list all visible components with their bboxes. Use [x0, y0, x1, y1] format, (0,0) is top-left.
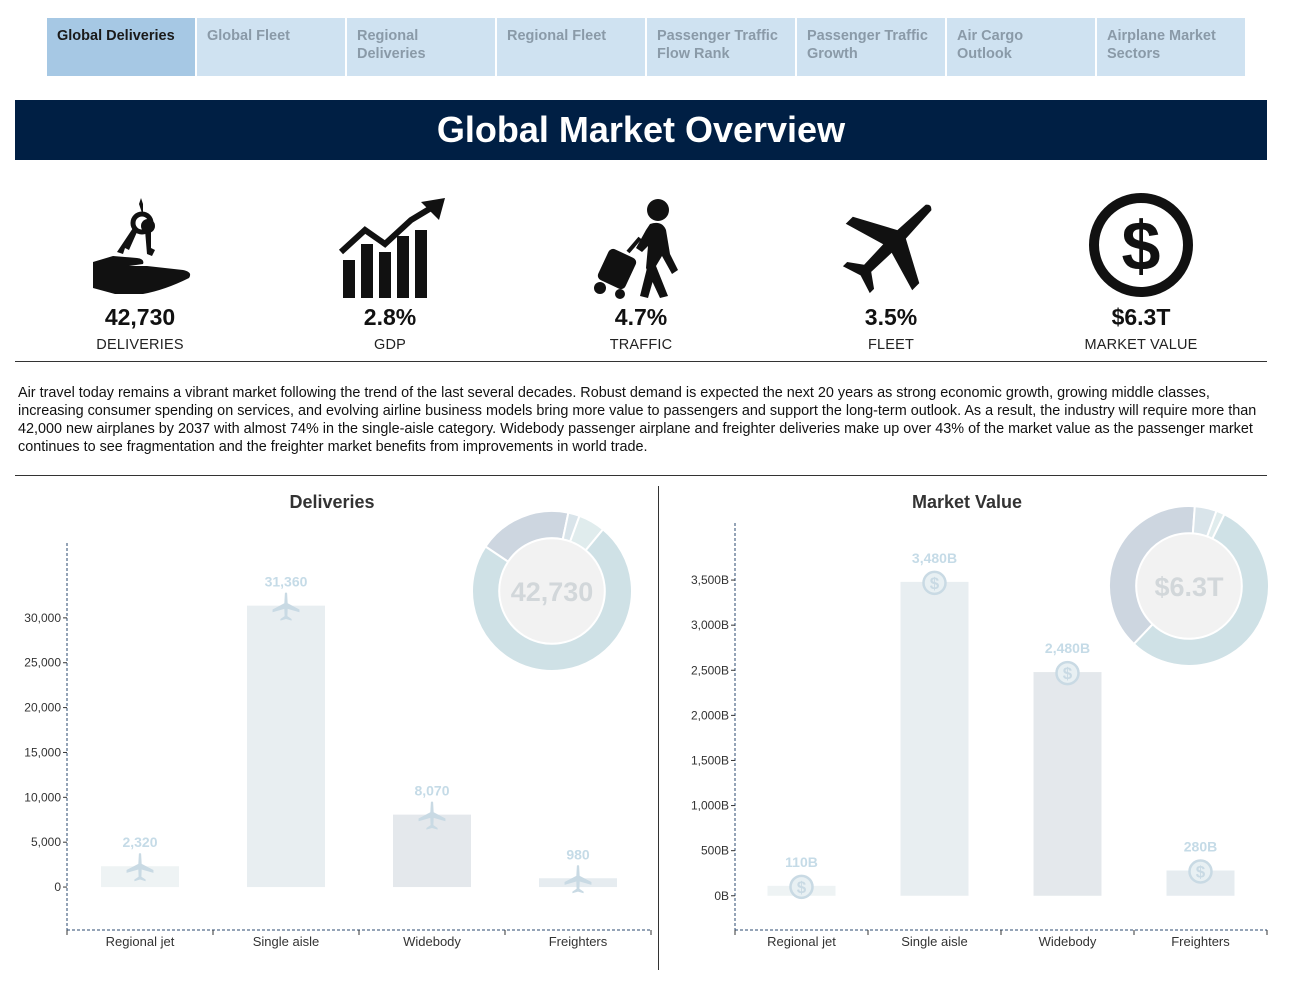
deliveries-bar-chart: 42,730 0 5,000 10,000 15,000 20,000 25,000 30,0…	[24, 510, 652, 949]
tab-airplane-market-sectors[interactable]: Airplane Market Sectors	[1097, 18, 1245, 76]
y-tick-label: 15,000	[24, 745, 61, 759]
svg-text:$: $	[930, 574, 940, 593]
growth-chart-icon	[338, 198, 445, 298]
svg-text:$: $	[1122, 207, 1161, 285]
y-tick-label: 1,000B	[691, 799, 729, 813]
hand-keys-icon	[93, 198, 191, 294]
data-label: 2,320	[122, 834, 157, 850]
y-tick-label: 2,500B	[691, 663, 729, 677]
dollar-icon: $	[1188, 859, 1213, 884]
dollar-icon: $	[922, 570, 947, 596]
y-tick-label: 3,500B	[691, 573, 729, 587]
tab-label: Passenger Traffic	[807, 28, 928, 44]
market-value-chart: Market Value $6.3T 0B 500B 1,000B 1,500B 2,00…	[659, 486, 1289, 986]
y-tick-label: 0	[54, 880, 61, 894]
y-tick-label: 10,000	[24, 790, 61, 804]
divider	[15, 475, 1267, 476]
y-tick-label: 5,000	[31, 835, 61, 849]
kpi-value: 3.5%	[864, 304, 918, 330]
kpi-value: 4.7%	[614, 304, 668, 330]
market-value-bar-chart: $6.3T 0B 500B 1,000B 1,500B 2,000B 2,500B 3,000…	[691, 505, 1270, 949]
tab-global-fleet[interactable]: Global Fleet	[197, 18, 345, 76]
tab-passenger-traffic-growth[interactable]: Passenger Traffic Growth	[797, 18, 945, 76]
x-tick-label: Freighters	[549, 934, 608, 949]
svg-text:$: $	[1196, 863, 1206, 882]
x-tick-label: Widebody	[403, 934, 461, 949]
bar	[900, 581, 969, 896]
x-tick-label: Regional jet	[767, 934, 836, 949]
svg-text:$: $	[797, 878, 807, 897]
x-tick-label: Regional jet	[106, 934, 175, 949]
tab-label-line2: Deliveries	[357, 46, 426, 62]
description-text: Air travel today remains a vibrant marke…	[18, 385, 1257, 455]
donut-center-label: 42,730	[511, 577, 594, 607]
page-title: Global Market Overview	[15, 100, 1267, 160]
kpi-fleet: 3.5% FLEET	[791, 190, 991, 353]
kpi-label: MARKET VALUE	[1084, 337, 1198, 353]
dollar-icon: $	[1055, 660, 1080, 686]
svg-text:$: $	[1063, 664, 1073, 683]
tab-regional-deliveries[interactable]: Regional Deliveries	[347, 18, 495, 76]
traveler-icon	[594, 199, 678, 299]
y-tick-label: 0B	[714, 889, 729, 903]
y-tick-label: 20,000	[24, 701, 61, 715]
kpi-row: 42,730 DELIVERIES 2.8% GDP 4.7% TRAFFIC	[15, 190, 1267, 360]
data-label: 280B	[1184, 839, 1217, 855]
data-label: 110B	[785, 854, 818, 870]
tab-label: Airplane Market	[1107, 28, 1216, 44]
divider	[15, 361, 1267, 362]
tab-label: Global Deliveries	[57, 28, 175, 44]
tab-global-deliveries[interactable]: Global Deliveries	[47, 18, 195, 76]
airplane-icon	[842, 204, 932, 294]
data-label: 3,480B	[912, 550, 957, 566]
kpi-label: FLEET	[867, 337, 915, 353]
data-label: 2,480B	[1045, 640, 1090, 656]
kpi-label: TRAFFIC	[609, 337, 673, 353]
y-tick-label: 500B	[701, 844, 729, 858]
data-label: 8,070	[414, 783, 449, 799]
bar	[247, 605, 325, 888]
x-tick-label: Freighters	[1171, 934, 1230, 949]
tab-label: Air Cargo	[957, 28, 1024, 44]
kpi-label: GDP	[373, 337, 407, 353]
y-tick-label: 3,000B	[691, 618, 729, 632]
tab-label: Regional Fleet	[507, 28, 607, 44]
data-label: 31,360	[265, 574, 308, 590]
kpi-value: 2.8%	[363, 304, 417, 330]
kpi-deliveries: 42,730 DELIVERIES	[40, 190, 240, 353]
tab-label-line2: Sectors	[1107, 46, 1161, 62]
kpi-value: 42,730	[104, 304, 176, 330]
y-tick-label: 30,000	[24, 611, 61, 625]
dollar-icon: $	[789, 874, 814, 900]
y-tick-label: 1,500B	[691, 753, 729, 767]
tab-label: Passenger Traffic	[657, 28, 778, 44]
bar	[1033, 672, 1102, 896]
tab-label-line2: Growth	[807, 46, 858, 62]
y-tick-label: 2,000B	[691, 708, 729, 722]
tab-air-cargo-outlook[interactable]: Air Cargo Outlook	[947, 18, 1095, 76]
x-tick-label: Widebody	[1039, 934, 1097, 949]
kpi-value: $6.3T	[1111, 304, 1171, 330]
tab-label-line2: Flow Rank	[657, 46, 730, 62]
deliveries-chart: Deliveries 42,730 0 5,000 10,000 15,000 20,00…	[0, 486, 658, 986]
kpi-gdp: 2.8% GDP	[290, 190, 490, 353]
tab-regional-fleet[interactable]: Regional Fleet	[497, 18, 645, 76]
tab-bar: Global Deliveries Global Fleet Regional D…	[47, 18, 1247, 76]
dollar-icon: $	[1089, 193, 1193, 297]
x-tick-label: Single aisle	[253, 934, 320, 949]
tab-label: Regional	[357, 28, 419, 44]
donut-center-label: $6.3T	[1154, 572, 1224, 602]
tab-passenger-traffic-flow-rank[interactable]: Passenger Traffic Flow Rank	[647, 18, 795, 76]
kpi-market-value: $ $6.3T MARKET VALUE	[1041, 190, 1241, 353]
tab-label: Global Fleet	[207, 28, 290, 44]
x-tick-label: Single aisle	[901, 934, 968, 949]
data-label: 980	[566, 846, 590, 862]
y-tick-label: 25,000	[24, 656, 61, 670]
kpi-label: DELIVERIES	[96, 337, 184, 353]
kpi-traffic: 4.7% TRAFFIC	[541, 190, 741, 353]
tab-label-line2: Outlook	[957, 46, 1012, 62]
